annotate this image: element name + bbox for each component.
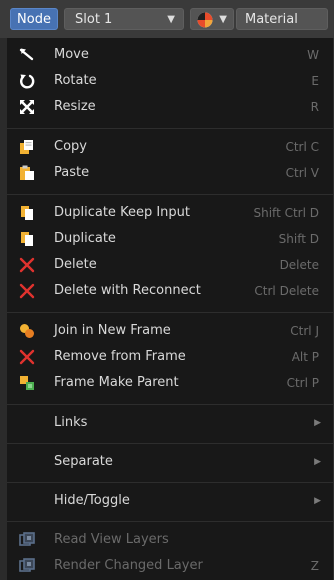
menu-item-delete-with-reconnect[interactable]: Delete with Reconnect Ctrl Delete: [7, 278, 333, 304]
menu-item-duplicate-keep-input[interactable]: Duplicate Keep Input Shift Ctrl D: [7, 200, 333, 226]
delete-x-icon: [19, 283, 35, 299]
node-context-menu: Move W Rotate E Resize R Copy Ctrl C Pas…: [7, 38, 334, 580]
frame-parent-icon: [20, 376, 34, 390]
menu-separator: [7, 443, 333, 444]
shortcut-label: Ctrl J: [290, 324, 319, 338]
shortcut-label: E: [311, 74, 319, 88]
resize-icon: [20, 100, 34, 114]
shortcut-label: Alt P: [291, 350, 319, 364]
menu-item-links[interactable]: Links ▶: [7, 410, 333, 436]
menu-item-label: Remove from Frame: [54, 349, 186, 364]
shortcut-label: W: [307, 48, 319, 62]
menu-item-move[interactable]: Move W: [7, 42, 333, 68]
submenu-arrow-icon: ▶: [314, 496, 321, 506]
menu-item-label: Delete: [54, 257, 97, 272]
menu-separator: [7, 521, 333, 522]
shortcut-label: Z: [310, 559, 319, 573]
render-layers-icon: [19, 532, 35, 546]
menu-item-delete[interactable]: Delete Delete: [7, 252, 333, 278]
menu-item-label: Duplicate: [54, 231, 116, 246]
menu-item-label: Separate: [54, 454, 113, 469]
menu-item-label: Move: [54, 47, 89, 62]
submenu-arrow-icon: ▶: [314, 457, 321, 467]
duplicate-icon: [21, 206, 33, 220]
shortcut-label: Ctrl V: [285, 166, 319, 180]
move-icon: [19, 48, 34, 61]
menu-separator: [7, 312, 333, 313]
material-browse-button[interactable]: ▼: [190, 8, 234, 30]
submenu-arrow-icon: ▶: [314, 418, 321, 428]
menu-item-label: Join in New Frame: [54, 323, 171, 338]
menu-item-copy[interactable]: Copy Ctrl C: [7, 134, 333, 160]
menu-item-remove-from-frame[interactable]: Remove from Frame Alt P: [7, 344, 333, 370]
menu-separator: [7, 194, 333, 195]
menu-item-render-changed-layer: Render Changed Layer Z: [7, 553, 333, 579]
menu-item-label: Resize: [54, 99, 96, 114]
duplicate-icon: [21, 232, 33, 246]
delete-x-icon: [19, 349, 35, 365]
menu-item-label: Links: [54, 415, 88, 430]
rotate-icon: [20, 74, 35, 89]
shortcut-label: Delete: [279, 258, 319, 272]
shortcut-label: Ctrl P: [286, 376, 319, 390]
menu-item-label: Frame Make Parent: [54, 375, 179, 390]
join-frame-icon: [20, 324, 34, 338]
menu-item-label: Duplicate Keep Input: [54, 205, 190, 220]
shortcut-label: Shift D: [278, 232, 319, 246]
menu-separator: [7, 482, 333, 483]
node-editor-header: Node Slot 1 ▼ ▼ Material: [0, 0, 334, 38]
menu-item-label: Copy: [54, 139, 87, 154]
menu-item-separate[interactable]: Separate ▶: [7, 449, 333, 475]
render-layers-icon: [19, 558, 35, 572]
menu-item-label: Delete with Reconnect: [54, 283, 201, 298]
node-menu-button[interactable]: Node: [10, 8, 58, 30]
paste-icon: [20, 165, 34, 180]
menu-item-label: Render Changed Layer: [54, 558, 203, 573]
menu-separator: [7, 404, 333, 405]
shortcut-label: R: [310, 100, 319, 114]
menu-item-read-view-layers: Read View Layers: [7, 527, 333, 553]
slot-label: Slot 1: [75, 12, 113, 27]
menu-item-join-in-new-frame[interactable]: Join in New Frame Ctrl J: [7, 318, 333, 344]
menu-item-label: Read View Layers: [54, 532, 169, 547]
menu-item-rotate[interactable]: Rotate E: [7, 68, 333, 94]
menu-item-frame-make-parent[interactable]: Frame Make Parent Ctrl P: [7, 370, 333, 396]
delete-x-icon: [19, 257, 35, 273]
material-sphere-icon: [197, 12, 213, 28]
chevron-down-icon: ▼: [219, 14, 227, 25]
menu-item-label: Rotate: [54, 73, 97, 88]
shortcut-label: Shift Ctrl D: [253, 206, 320, 220]
material-name-field[interactable]: Material: [236, 8, 328, 30]
shortcut-label: Ctrl C: [285, 140, 319, 154]
menu-item-label: Hide/Toggle: [54, 493, 130, 508]
shortcut-label: Ctrl Delete: [254, 284, 319, 298]
chevron-down-icon: ▼: [167, 14, 175, 25]
menu-item-hide-toggle[interactable]: Hide/Toggle ▶: [7, 488, 333, 514]
menu-separator: [7, 128, 333, 129]
menu-item-duplicate[interactable]: Duplicate Shift D: [7, 226, 333, 252]
copy-icon: [20, 140, 33, 154]
slot-selector[interactable]: Slot 1 ▼: [64, 8, 184, 30]
menu-item-resize[interactable]: Resize R: [7, 94, 333, 120]
menu-item-paste[interactable]: Paste Ctrl V: [7, 160, 333, 186]
menu-item-label: Paste: [54, 165, 90, 180]
